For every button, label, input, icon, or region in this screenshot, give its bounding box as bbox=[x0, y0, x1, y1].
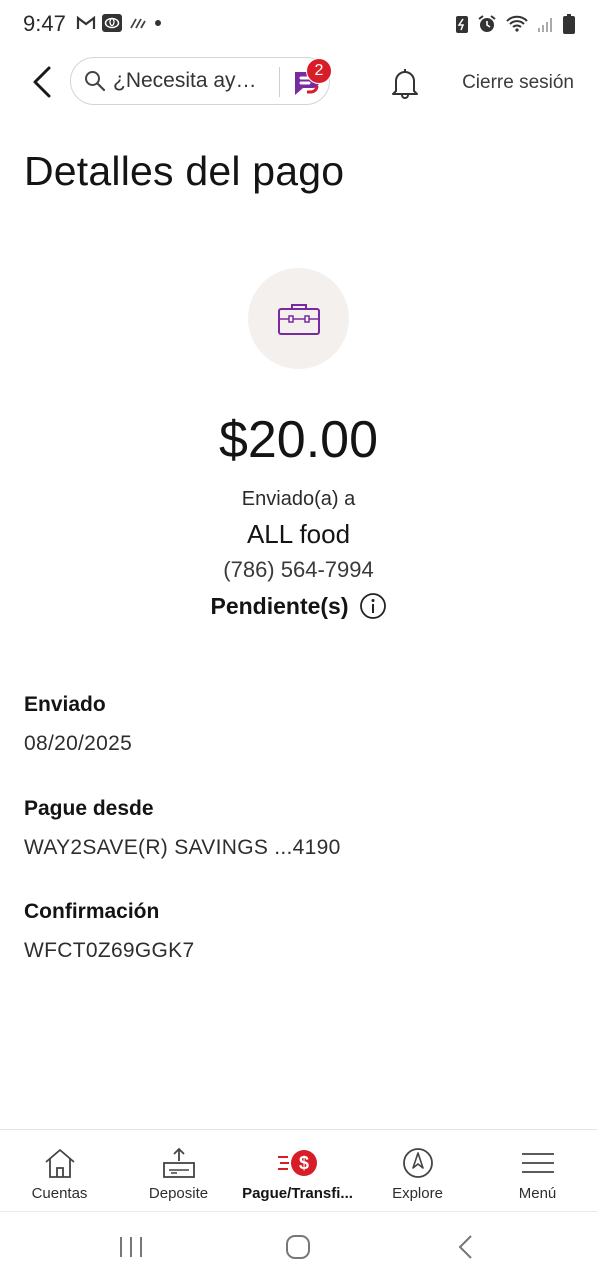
tab-explore[interactable]: Explore bbox=[358, 1130, 477, 1212]
page-title: Detalles del pago bbox=[24, 148, 345, 194]
status-time: 9:47 bbox=[23, 11, 66, 36]
tab-menu-label: Menú bbox=[518, 1185, 557, 1202]
payment-status: Pendiente(s) bbox=[0, 592, 597, 620]
pay-from-label: Pague desde bbox=[24, 797, 154, 820]
tab-deposit-label: Deposite bbox=[148, 1185, 209, 1202]
payment-amount: $20.00 bbox=[218, 411, 379, 469]
status-text: Pendiente(s) bbox=[210, 592, 349, 619]
wifi-icon bbox=[505, 14, 529, 34]
battery-saver-icon bbox=[455, 14, 469, 34]
logout-link[interactable]: Cierre sesión bbox=[462, 72, 574, 94]
bell-icon bbox=[392, 69, 418, 99]
system-nav-bar bbox=[0, 1211, 597, 1281]
system-icons bbox=[455, 14, 575, 34]
tab-menu[interactable]: Menú bbox=[478, 1130, 597, 1212]
pay-transfer-icon: $ bbox=[277, 1150, 317, 1176]
pay-from-value: WAY2SAVE(R) SAVINGS ...4190 bbox=[24, 836, 341, 859]
back-button[interactable] bbox=[22, 62, 62, 102]
chevron-left-icon bbox=[33, 66, 51, 98]
info-icon[interactable] bbox=[359, 592, 387, 620]
gmail-icon bbox=[76, 15, 96, 31]
recipient-name: ALL food bbox=[246, 519, 351, 549]
back-nav-button[interactable] bbox=[451, 1232, 481, 1262]
briefcase-icon bbox=[277, 303, 320, 335]
tab-accounts-label: Cuentas bbox=[31, 1185, 88, 1202]
tab-accounts[interactable]: Cuentas bbox=[0, 1130, 119, 1212]
notification-count-badge: 2 bbox=[306, 58, 332, 84]
tab-pay-transfer-label: Pague/Transfi... bbox=[242, 1185, 353, 1202]
status-bar: 9:47 bbox=[0, 0, 597, 52]
notification-icons bbox=[76, 14, 162, 32]
sent-date-value: 08/20/2025 bbox=[24, 732, 133, 755]
back-chevron-icon bbox=[458, 1235, 472, 1259]
sent-date-label: Enviado bbox=[24, 693, 106, 716]
deposit-icon bbox=[162, 1147, 195, 1178]
battery-icon bbox=[563, 14, 575, 34]
bottom-tab-bar: Cuentas Deposite $ Pague/Transfi... Expl… bbox=[0, 1129, 597, 1212]
hamburger-icon bbox=[521, 1153, 554, 1173]
notifications-bell-button[interactable] bbox=[388, 66, 422, 100]
recipient-phone: (786) 564-7994 bbox=[223, 557, 374, 582]
payee-avatar bbox=[248, 268, 349, 369]
confirmation-value: WFCT0Z69GGK7 bbox=[24, 939, 195, 962]
tab-pay-transfer[interactable]: $ Pague/Transfi... bbox=[238, 1130, 357, 1212]
confirmation-label: Confirmación bbox=[24, 900, 160, 923]
recent-apps-button[interactable] bbox=[116, 1232, 146, 1262]
home-icon bbox=[44, 1149, 75, 1178]
search-input[interactable]: ¿Necesita ay… bbox=[113, 69, 271, 93]
search-divider bbox=[279, 67, 280, 97]
sent-to-label: Enviado(a) a bbox=[241, 488, 356, 510]
search-bar[interactable]: ¿Necesita ay… 2 bbox=[70, 57, 332, 105]
cell-signal-icon bbox=[537, 15, 555, 33]
search-icon bbox=[85, 71, 106, 92]
svg-text:$: $ bbox=[298, 1153, 308, 1173]
home-nav-button[interactable] bbox=[283, 1232, 313, 1262]
dot-icon bbox=[154, 19, 162, 27]
toyota-app-icon bbox=[102, 14, 122, 32]
home-circle-icon bbox=[286, 1235, 310, 1259]
tab-explore-label: Explore bbox=[392, 1185, 443, 1202]
compass-icon bbox=[402, 1148, 433, 1178]
signal-waves-icon bbox=[128, 15, 148, 31]
recent-apps-icon bbox=[120, 1237, 142, 1257]
tab-deposit[interactable]: Deposite bbox=[119, 1130, 238, 1212]
alarm-icon bbox=[477, 14, 497, 34]
